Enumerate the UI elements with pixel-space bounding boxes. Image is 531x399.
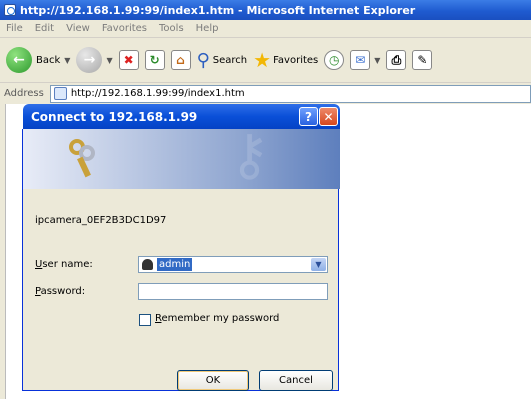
page-icon	[53, 87, 67, 100]
banner-watermark: ⚷	[228, 129, 270, 188]
window-title-bar: http://192.168.1.99:99/index1.htm - Micr…	[0, 0, 531, 20]
mail-dropdown-icon[interactable]: ▼	[374, 56, 380, 65]
window-title: http://192.168.1.99:99/index1.htm - Micr…	[20, 3, 416, 17]
search-button[interactable]: ⚲ Search	[197, 50, 248, 71]
username-dropdown-icon[interactable]: ▼	[311, 258, 326, 271]
window-left-edge	[0, 104, 6, 399]
username-field[interactable]: admin ▼	[138, 256, 328, 273]
favorites-star-icon: ★	[253, 48, 272, 72]
back-arrow-icon: ←	[6, 47, 32, 73]
menu-favorites[interactable]: Favorites	[102, 23, 147, 34]
address-label: Address	[4, 88, 44, 99]
forward-arrow-icon: →	[76, 47, 103, 73]
dialog-title-bar: Connect to 192.168.1.99 ? ✕	[23, 104, 340, 129]
address-bar: Address http://192.168.1.99:99/index1.ht…	[0, 82, 531, 104]
menu-file[interactable]: File	[6, 23, 23, 34]
login-dialog: Connect to 192.168.1.99 ? ✕ ⚷ ipcamera_0…	[22, 104, 340, 391]
menu-tools[interactable]: Tools	[159, 23, 184, 34]
toolbar: ← Back ▼ → ▼ ✖ ↻ ⌂ ⚲ Search ★ Favorites …	[0, 38, 531, 82]
ok-button[interactable]: OK	[177, 370, 249, 391]
menu-help[interactable]: Help	[196, 23, 219, 34]
history-icon[interactable]: ◷	[324, 50, 345, 70]
username-value: admin	[157, 258, 193, 271]
favorites-button[interactable]: ★ Favorites	[253, 48, 318, 72]
help-button[interactable]: ?	[299, 107, 318, 126]
search-label: Search	[212, 54, 248, 66]
stop-icon[interactable]: ✖	[118, 50, 139, 70]
dialog-banner: ⚷	[23, 129, 340, 189]
refresh-icon[interactable]: ↻	[144, 50, 165, 70]
menu-view[interactable]: View	[66, 23, 90, 34]
address-url: http://192.168.1.99:99/index1.htm	[70, 88, 245, 99]
home-icon[interactable]: ⌂	[170, 50, 191, 70]
search-icon: ⚲	[196, 49, 210, 71]
remember-password-checkbox[interactable]	[139, 314, 151, 326]
menu-bar: File Edit View Favorites Tools Help	[0, 20, 531, 38]
back-dropdown-icon[interactable]: ▼	[64, 56, 70, 65]
remember-password-label[interactable]: Remember my password	[155, 313, 279, 324]
forward-dropdown-icon[interactable]: ▼	[106, 56, 112, 65]
password-label: Password:	[35, 286, 86, 297]
user-icon	[142, 259, 153, 270]
back-label: Back	[36, 54, 61, 66]
address-input[interactable]: http://192.168.1.99:99/index1.htm	[49, 84, 531, 103]
edit-icon[interactable]: ✎	[412, 50, 433, 70]
print-icon[interactable]: ⎙	[386, 50, 407, 70]
username-label: User name:	[35, 259, 93, 270]
ie-icon	[4, 4, 16, 16]
dialog-title: Connect to 192.168.1.99	[31, 109, 198, 124]
cancel-button[interactable]: Cancel	[259, 370, 333, 391]
password-field[interactable]	[138, 283, 328, 300]
forward-button[interactable]: → ▼	[76, 47, 113, 73]
back-button[interactable]: ← Back ▼	[6, 47, 70, 73]
close-button[interactable]: ✕	[319, 107, 338, 126]
favorites-label: Favorites	[273, 54, 319, 66]
menu-edit[interactable]: Edit	[35, 23, 54, 34]
site-name: ipcamera_0EF2B3DC1D97	[35, 215, 167, 226]
mail-icon[interactable]: ✉	[350, 50, 371, 70]
keys-icon	[63, 135, 103, 179]
